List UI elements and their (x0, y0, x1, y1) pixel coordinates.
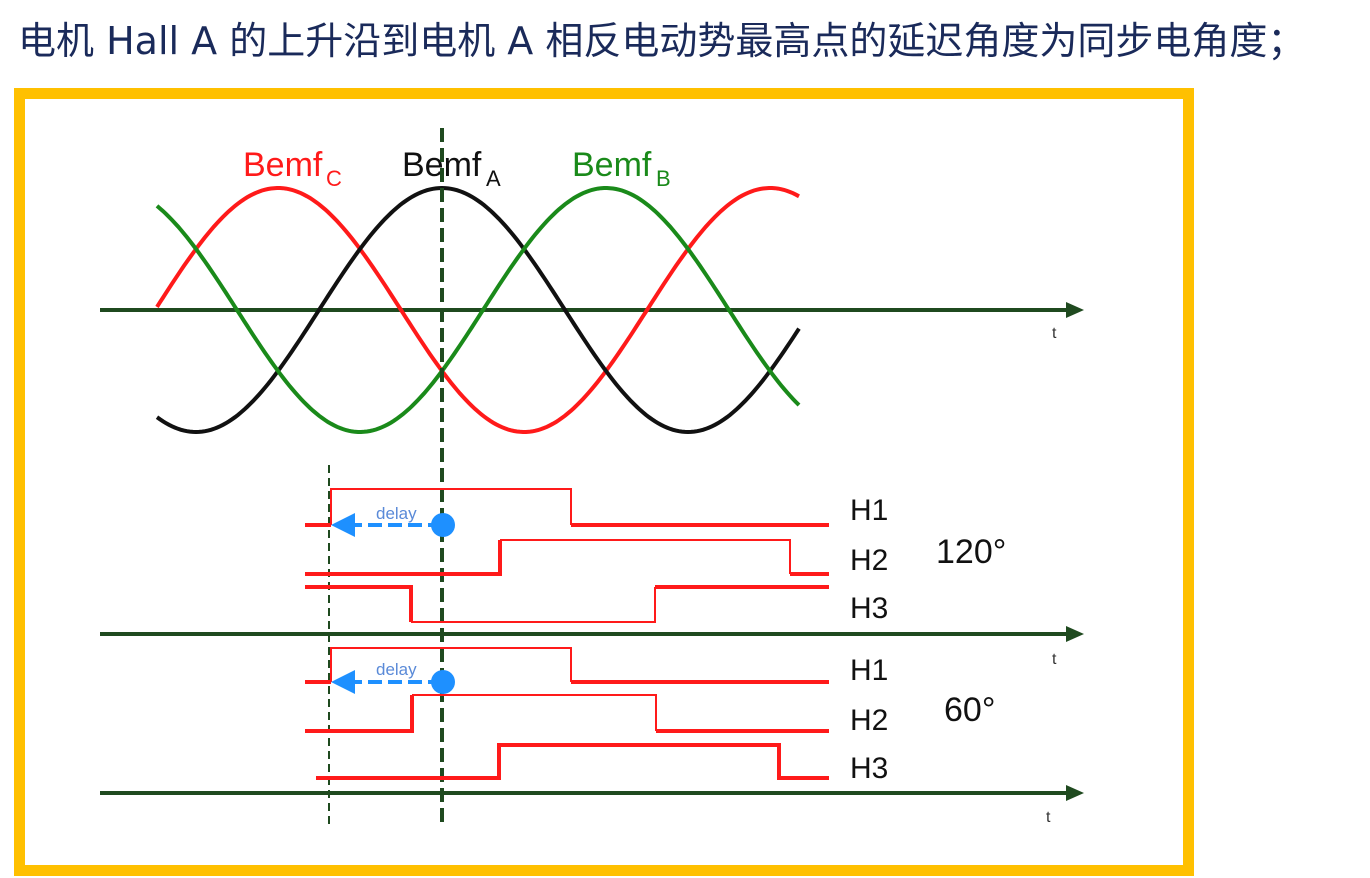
hall-120-axis-arrow (1066, 626, 1084, 642)
hall-bemf-timing-diagram: t Bemf C Bemf A Bemf B t delay H1 H2 H3 … (100, 128, 1084, 828)
delay-120-label: delay (376, 504, 417, 523)
hall-120-h1-label: H1 (850, 494, 888, 527)
hall-120-h3-low (411, 587, 656, 623)
hall-60-h3-label: H3 (850, 752, 888, 785)
hall-120-h2-label: H2 (850, 544, 888, 577)
bemf-c-subscript: C (326, 166, 342, 191)
hall-120-axis-label: t (1052, 651, 1057, 668)
delay-60-point (431, 670, 455, 694)
hall-120-h2-signal (305, 540, 502, 576)
bemf-c-label: Bemf (243, 146, 323, 184)
hall-120-h2-high (500, 539, 791, 574)
bemf-a-subscript: A (486, 166, 501, 191)
bemf-axis-arrow (1066, 302, 1084, 318)
hall-60-h1-label: H1 (850, 654, 888, 687)
hall-60-h2-high (412, 694, 657, 731)
hall-120-h3-signal (305, 585, 413, 622)
delay-60-label: delay (376, 660, 417, 679)
hall-60-h3-signal (316, 743, 829, 780)
delay-120-arrow-head (331, 513, 355, 537)
delay-60-arrow-head (331, 670, 355, 694)
hall-60-h2-signal (305, 695, 414, 733)
hall-60-h2-label: H2 (850, 704, 888, 737)
hall-60-angle-label: 60° (944, 691, 995, 729)
hall-120-angle-label: 120° (936, 533, 1006, 571)
bemf-b-subscript: B (656, 166, 671, 191)
bemf-b-label: Bemf (572, 146, 652, 184)
bemf-axis-label: t (1052, 325, 1057, 342)
hall-120-h3-label: H3 (850, 592, 888, 625)
hall-60-axis-arrow (1066, 785, 1084, 801)
delay-120-point (431, 513, 455, 537)
hall-60-axis-label: t (1046, 809, 1051, 826)
